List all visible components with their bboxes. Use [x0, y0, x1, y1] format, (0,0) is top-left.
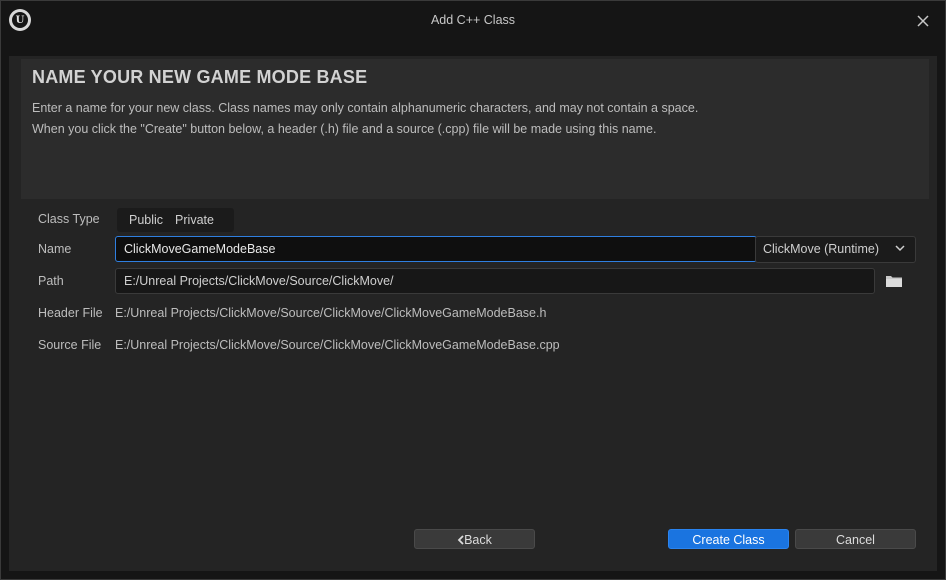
module-dropdown[interactable]: ClickMove (Runtime)	[755, 236, 916, 263]
page-title: NAME YOUR NEW GAME MODE BASE	[32, 67, 368, 87]
header-file-value: E:/Unreal Projects/ClickMove/Source/Clic…	[115, 306, 547, 320]
content-panel: NAME YOUR NEW GAME MODE BASE Enter a nam…	[9, 56, 937, 571]
add-class-dialog: U Add C++ Class NAME YOUR NEW GAME MODE …	[0, 0, 946, 580]
source-file-value: E:/Unreal Projects/ClickMove/Source/Clic…	[115, 338, 560, 352]
browse-folder-button[interactable]	[885, 274, 903, 288]
path-label: Path	[38, 274, 64, 288]
title-bar: U Add C++ Class	[1, 1, 945, 41]
close-icon	[917, 15, 929, 27]
module-value: ClickMove (Runtime)	[763, 242, 879, 256]
description: Enter a name for your new class. Class n…	[32, 98, 698, 139]
description-line-2: When you click the "Create" button below…	[32, 121, 657, 136]
class-type-private[interactable]: Private	[163, 208, 214, 232]
class-type-toggle: Public Private	[117, 208, 234, 232]
folder-icon	[886, 276, 902, 287]
description-line-1: Enter a name for your new class. Class n…	[32, 101, 699, 115]
chevron-down-icon	[895, 237, 905, 262]
close-button[interactable]	[913, 11, 933, 31]
window-title: Add C++ Class	[430, 13, 516, 27]
name-label: Name	[38, 242, 72, 256]
class-type-label: Class Type	[38, 212, 100, 226]
create-class-button[interactable]: Create Class	[668, 529, 789, 549]
path-input[interactable]: E:/Unreal Projects/ClickMove/Source/Clic…	[115, 268, 875, 294]
cancel-button[interactable]: Cancel	[795, 529, 916, 549]
back-button[interactable]: Back	[414, 529, 535, 549]
source-file-label: Source File	[38, 338, 102, 352]
class-name-input[interactable]: ClickMoveGameModeBase	[115, 236, 757, 262]
header-file-label: Header File	[38, 306, 103, 320]
back-label: Back	[464, 533, 492, 547]
class-type-public[interactable]: Public	[117, 208, 163, 232]
